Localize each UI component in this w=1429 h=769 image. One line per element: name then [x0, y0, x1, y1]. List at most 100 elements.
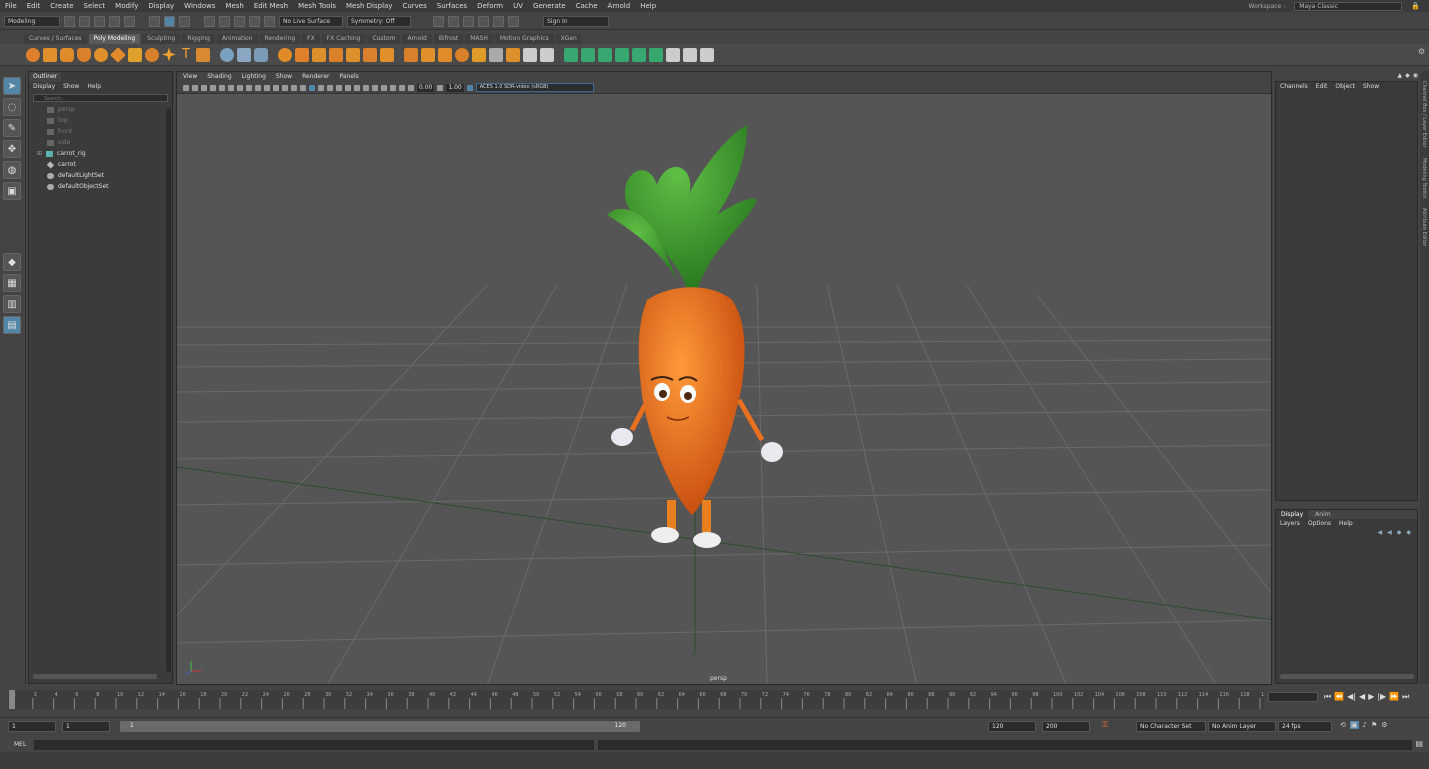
- arnold-render-icon[interactable]: [508, 15, 519, 27]
- viewport-panel[interactable]: View Shading Lighting Show Renderer Pane…: [176, 71, 1272, 685]
- 2d-pan-zoom-icon[interactable]: [219, 84, 225, 91]
- xray-icon[interactable]: [381, 84, 387, 91]
- play-forwards-icon[interactable]: ▶: [1368, 692, 1374, 702]
- textured-icon[interactable]: [318, 84, 324, 91]
- play-backwards-icon[interactable]: ◀: [1359, 692, 1365, 702]
- outliner-search-input[interactable]: Search...: [33, 94, 168, 102]
- gate-mask-icon[interactable]: [264, 84, 270, 91]
- time-slider[interactable]: 1246810121416182022242628303234363840424…: [0, 688, 1429, 714]
- step-back-frame-icon[interactable]: ⏪: [1334, 692, 1344, 702]
- outliner-item[interactable]: front: [29, 126, 172, 137]
- svg-tool-icon[interactable]: [196, 47, 210, 62]
- offset-edge-loop-icon[interactable]: [421, 47, 435, 62]
- poly-platonic-icon[interactable]: [145, 47, 159, 62]
- poly-cube-icon[interactable]: [43, 47, 57, 62]
- shadows-icon[interactable]: [336, 84, 342, 91]
- menu-deform[interactable]: Deform: [472, 2, 508, 10]
- poly-plane-icon[interactable]: [110, 46, 126, 63]
- smooth-shade-icon[interactable]: [309, 84, 315, 91]
- outliner-menu-help[interactable]: Help: [87, 82, 101, 92]
- current-frame-field[interactable]: [1268, 692, 1318, 702]
- poly-torus-icon[interactable]: [94, 47, 108, 62]
- outliner-horizontal-scrollbar[interactable]: [33, 674, 157, 679]
- sound-icon[interactable]: ♪: [1363, 721, 1367, 729]
- menu-modify[interactable]: Modify: [110, 2, 143, 10]
- boolean-icon[interactable]: [278, 47, 292, 62]
- menu-generate[interactable]: Generate: [528, 2, 571, 10]
- field-chart-icon[interactable]: [273, 84, 279, 91]
- grease-pencil-icon[interactable]: [228, 84, 234, 91]
- expand-icon[interactable]: ⊞: [37, 150, 42, 157]
- scene-view[interactable]: persp: [177, 95, 1271, 684]
- two-view-icon[interactable]: ▥: [3, 295, 21, 313]
- paint-select-icon[interactable]: ✎: [3, 119, 21, 137]
- separate-icon[interactable]: [237, 47, 251, 62]
- far-clip-field[interactable]: 1.00: [446, 83, 464, 92]
- circularize-icon[interactable]: [506, 47, 520, 62]
- shelf-tab[interactable]: Rendering: [259, 34, 301, 44]
- outliner-menu-display[interactable]: Display: [33, 82, 55, 92]
- shelf-tab[interactable]: Motion Graphics: [494, 34, 554, 44]
- lock-icon[interactable]: 🔒: [1406, 2, 1425, 10]
- select-component-icon[interactable]: [179, 15, 190, 27]
- render-view-icon[interactable]: [493, 15, 504, 27]
- outliner-item[interactable]: carrot: [29, 159, 172, 170]
- bookmarks-icon[interactable]: [201, 84, 207, 91]
- menu-display[interactable]: Display: [143, 2, 179, 10]
- bevel-icon[interactable]: [329, 47, 343, 62]
- live-surface-field[interactable]: No Live Surface: [279, 15, 343, 27]
- menu-mesh-tools[interactable]: Mesh Tools: [293, 2, 341, 10]
- side-tab-channel-box[interactable]: Channel Box / Layer Editor: [1421, 81, 1427, 148]
- quad-draw-icon[interactable]: [438, 47, 452, 62]
- redo-icon[interactable]: [124, 15, 135, 27]
- new-layer-icon[interactable]: ◆: [1397, 529, 1402, 536]
- go-to-end-icon[interactable]: ⏭: [1402, 692, 1409, 702]
- lasso-tool-icon[interactable]: ◌: [3, 98, 21, 116]
- script-language-label[interactable]: MEL: [14, 741, 26, 748]
- channel-box-menu-object[interactable]: Object: [1335, 82, 1355, 92]
- script-editor-icon[interactable]: ▤: [1415, 739, 1423, 748]
- select-tool-icon[interactable]: ➤: [3, 77, 21, 95]
- viewport-menu-panels[interactable]: Panels: [339, 72, 358, 82]
- outliner-item[interactable]: top: [29, 115, 172, 126]
- menu-help[interactable]: Help: [635, 2, 661, 10]
- shelf-tab[interactable]: Custom: [367, 34, 401, 44]
- unfold-icon[interactable]: [649, 47, 663, 62]
- move-tool-icon[interactable]: ✥: [3, 140, 21, 158]
- channel-box-icon[interactable]: ▲: [1398, 72, 1403, 79]
- poly-cone-icon[interactable]: [77, 47, 91, 62]
- outliner-item[interactable]: defaultLightSet: [29, 170, 172, 181]
- menu-surfaces[interactable]: Surfaces: [432, 2, 472, 10]
- menu-file[interactable]: File: [0, 2, 22, 10]
- layer-menu-help[interactable]: Help: [1339, 519, 1353, 529]
- automatic-map-icon[interactable]: [632, 47, 646, 62]
- four-view-icon[interactable]: ▦: [3, 274, 21, 292]
- rotate-tool-icon[interactable]: ◍: [3, 161, 21, 179]
- slide-edge-icon[interactable]: [523, 47, 537, 62]
- near-clip-field[interactable]: 0.00: [417, 83, 435, 92]
- start-time-field[interactable]: 1: [8, 721, 56, 732]
- spherical-map-icon[interactable]: [615, 47, 629, 62]
- anim-prefs-icon[interactable]: ⚙: [1381, 721, 1387, 729]
- xray-joints-icon[interactable]: [390, 84, 396, 91]
- end-time-field[interactable]: 200: [1042, 721, 1090, 732]
- viewport-menu-view[interactable]: View: [183, 72, 197, 82]
- insert-edge-loop-icon[interactable]: [404, 47, 418, 62]
- gamma-icon[interactable]: [437, 84, 444, 91]
- shelf-tab[interactable]: Animation: [216, 34, 258, 44]
- color-management-icon[interactable]: [466, 84, 473, 91]
- snap-grid-icon[interactable]: [204, 15, 215, 27]
- viewport-menu-show[interactable]: Show: [276, 72, 292, 82]
- command-input[interactable]: [34, 740, 594, 750]
- multi-cut-icon[interactable]: [380, 47, 394, 62]
- menu-set-dropdown[interactable]: Modeling: [4, 15, 60, 27]
- move-layer-up-icon[interactable]: ◀: [1378, 529, 1383, 536]
- isolate-select-icon[interactable]: [372, 84, 378, 91]
- menu-create[interactable]: Create: [45, 2, 78, 10]
- fill-hole-icon[interactable]: [346, 47, 360, 62]
- symmetry-dropdown[interactable]: Symmetry: Off: [347, 15, 411, 27]
- menu-mesh[interactable]: Mesh: [220, 2, 248, 10]
- anim-layer-dropdown[interactable]: No Anim Layer: [1208, 721, 1276, 732]
- outliner-item[interactable]: persp: [29, 104, 172, 115]
- side-tab-attribute-editor[interactable]: Attribute Editor: [1421, 208, 1427, 246]
